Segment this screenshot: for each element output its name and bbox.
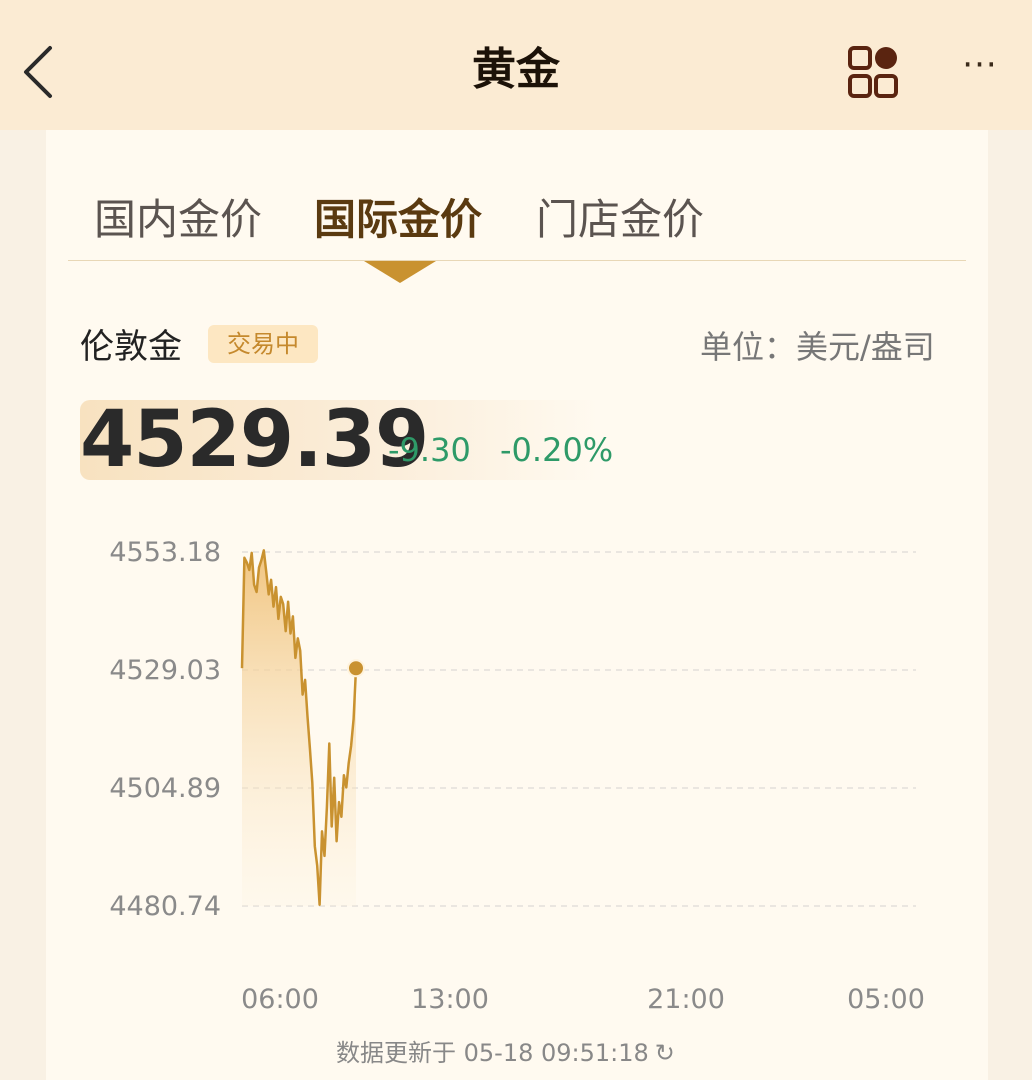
- more-icon: ···: [962, 45, 998, 85]
- gold-price-card: 国内金价 国际金价 门店金价 伦敦金 交易中 单位：美元/盎司 4529.39 …: [46, 130, 988, 1080]
- y-tick-label: 4529.03: [109, 655, 221, 686]
- active-tab-indicator: [364, 261, 436, 283]
- tab-domestic-gold-price[interactable]: 国内金价: [94, 190, 262, 250]
- tab-store-gold-price[interactable]: 门店金价: [536, 190, 704, 250]
- x-tick-label: 13:00: [411, 984, 489, 1015]
- latest-price-dot: [347, 659, 365, 678]
- current-price: 4529.39: [80, 395, 429, 485]
- x-tick-label: 05:00: [847, 984, 925, 1015]
- x-tick-label: 21:00: [647, 984, 725, 1015]
- price-change: -9.30: [388, 431, 471, 469]
- trading-status-badge: 交易中: [208, 325, 318, 363]
- y-tick-label: 4553.18: [109, 537, 221, 568]
- last-updated: 数据更新于 05-18 09:51:18 ↻: [336, 1036, 675, 1070]
- intraday-price-chart: 4553.18 4529.03 4504.89 4480.74 06:00 13:00 21…: [109, 537, 925, 1015]
- tab-divider: [68, 260, 966, 261]
- metal-name: 伦敦金: [80, 327, 182, 367]
- x-tick-label: 06:00: [241, 984, 319, 1015]
- top-bar: 黄金 ···: [0, 0, 1032, 130]
- price-unit: 单位：美元/盎司: [700, 328, 935, 366]
- refresh-icon[interactable]: ↻: [655, 1036, 675, 1070]
- tab-international-gold-price[interactable]: 国际金价: [314, 190, 482, 250]
- price-change-percent: -0.20%: [500, 431, 614, 469]
- last-updated-text: 数据更新于 05-18 09:51:18: [336, 1039, 649, 1067]
- price-tabs: 国内金价 国际金价 门店金价: [46, 190, 988, 250]
- apps-grid-icon: [848, 46, 898, 98]
- apps-grid-button[interactable]: [846, 44, 902, 100]
- y-tick-label: 4504.89: [109, 773, 221, 804]
- price-area-fill: [242, 550, 356, 906]
- more-options-button[interactable]: ···: [952, 48, 1008, 92]
- y-tick-label: 4480.74: [109, 891, 221, 922]
